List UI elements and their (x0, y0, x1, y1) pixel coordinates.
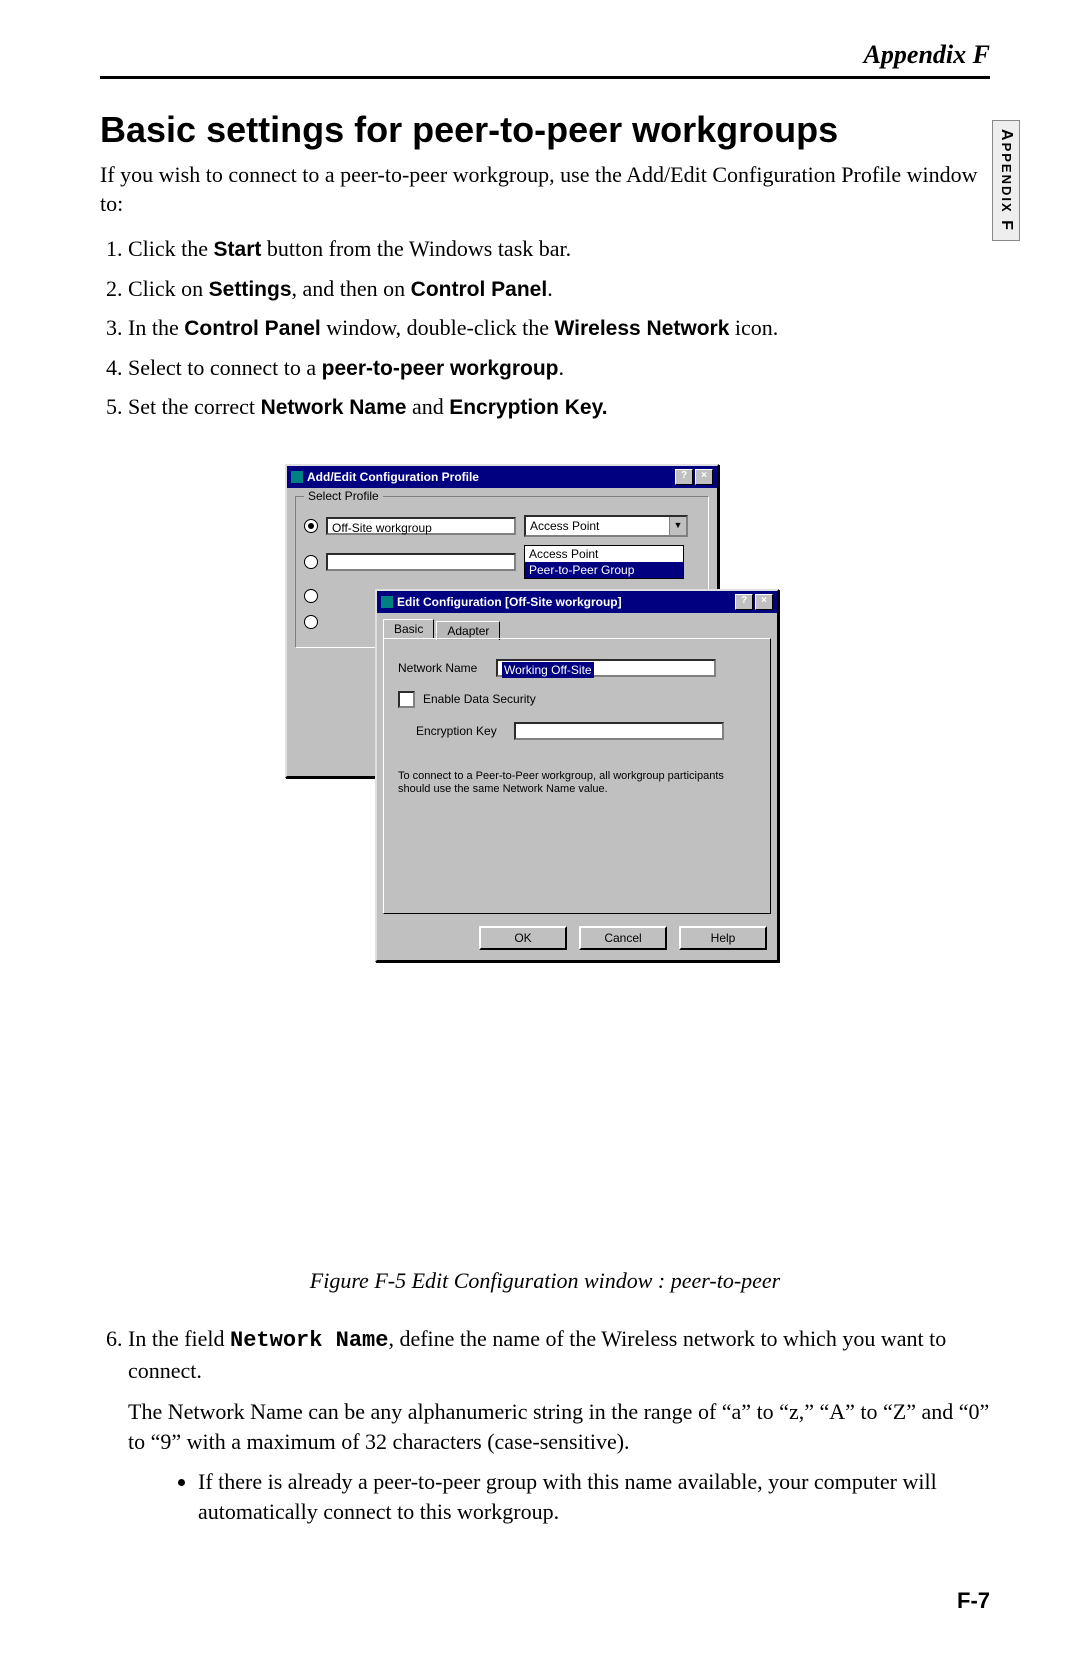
network-name-input[interactable]: Working Off-Site (496, 659, 716, 677)
step-6-note: The Network Name can be any alphanumeric… (128, 1397, 990, 1456)
step-3: In the Control Panel window, double-clic… (128, 311, 990, 345)
figure-caption: Figure F-5 Edit Configuration window : p… (100, 1268, 990, 1294)
tab-strip: Basic Adapter (383, 619, 771, 638)
row-encryption-key: Encryption Key (416, 722, 756, 740)
dialog-edit-configuration: Edit Configuration [Off-Site workgroup] … (375, 589, 779, 962)
hint-text: To connect to a Peer-to-Peer workgroup, … (398, 770, 756, 796)
step-6-bullet: If there is already a peer-to-peer group… (198, 1467, 990, 1529)
dialog1-title: Add/Edit Configuration Profile (307, 470, 671, 484)
page-number: F-7 (100, 1588, 990, 1614)
steps-list: Click the Start button from the Windows … (128, 232, 990, 424)
side-tab: APPENDIX F (992, 120, 1020, 241)
close-icon[interactable]: × (755, 594, 773, 610)
profile-name-input[interactable]: Off-Site workgroup (326, 517, 516, 535)
dialog2-titlebar[interactable]: Edit Configuration [Off-Site workgroup] … (377, 591, 777, 613)
network-name-value: Working Off-Site (502, 662, 594, 678)
chevron-down-icon[interactable]: ▼ (669, 517, 686, 535)
step-5: Set the correct Network Name and Encrypt… (128, 390, 990, 424)
intro-paragraph: If you wish to connect to a peer-to-peer… (100, 161, 990, 218)
side-tab-end: F (998, 214, 1015, 232)
ok-button[interactable]: OK (479, 926, 567, 950)
help-icon[interactable]: ? (735, 594, 753, 610)
steps-continuation: In the field Network Name, define the na… (100, 1324, 990, 1529)
dropdown-list: Access Point Peer-to-Peer Group (524, 545, 684, 579)
profile-row-2: Access Point Peer-to-Peer Group (304, 545, 700, 579)
running-header: Appendix F (100, 40, 990, 70)
row-network-name: Network Name Working Off-Site (398, 659, 756, 677)
app-icon (381, 596, 393, 608)
row-enable-security: Enable Data Security (398, 691, 756, 708)
app-icon (291, 471, 303, 483)
radio-2[interactable] (304, 555, 318, 569)
radio-1[interactable] (304, 519, 318, 533)
radio-3[interactable] (304, 589, 318, 603)
header-rule (100, 76, 990, 79)
tab-panel-basic: Network Name Working Off-Site Enable Dat… (383, 638, 771, 914)
label-network-name: Network Name (398, 661, 488, 675)
dialog2-buttons: OK Cancel Help (377, 920, 777, 960)
dropdown-option-access-point[interactable]: Access Point (525, 546, 683, 562)
profile-name-input-2[interactable] (326, 553, 516, 571)
figure-f5: Add/Edit Configuration Profile ? × Selec… (285, 464, 805, 1248)
cancel-button[interactable]: Cancel (579, 926, 667, 950)
dropdown-option-peer-to-peer[interactable]: Peer-to-Peer Group (525, 562, 683, 578)
dialog2-title: Edit Configuration [Off-Site workgroup] (397, 595, 731, 609)
step-6: In the field Network Name, define the na… (128, 1324, 990, 1529)
encryption-key-input[interactable] (514, 722, 724, 740)
tab-basic[interactable]: Basic (383, 619, 434, 638)
section-title: Basic settings for peer-to-peer workgrou… (100, 109, 990, 151)
enable-security-checkbox[interactable] (398, 691, 415, 708)
dialog1-titlebar[interactable]: Add/Edit Configuration Profile ? × (287, 466, 717, 488)
side-tab-rest: PPENDIX (999, 143, 1014, 214)
label-encryption-key: Encryption Key (416, 724, 506, 738)
help-button[interactable]: Help (679, 926, 767, 950)
label-enable-security: Enable Data Security (423, 692, 536, 706)
help-icon[interactable]: ? (675, 469, 693, 485)
close-icon[interactable]: × (695, 469, 713, 485)
group-label: Select Profile (304, 489, 383, 503)
dropdown-selected: Access Point (526, 517, 686, 535)
step-4: Select to connect to a peer-to-peer work… (128, 351, 990, 385)
step-2: Click on Settings, and then on Control P… (128, 272, 990, 306)
side-tab-letter: A (998, 129, 1015, 143)
profile-type-dropdown[interactable]: Access Point ▼ (524, 515, 688, 537)
step-1: Click the Start button from the Windows … (128, 232, 990, 266)
radio-4[interactable] (304, 615, 318, 629)
profile-row-1: Off-Site workgroup Access Point ▼ (304, 515, 700, 537)
